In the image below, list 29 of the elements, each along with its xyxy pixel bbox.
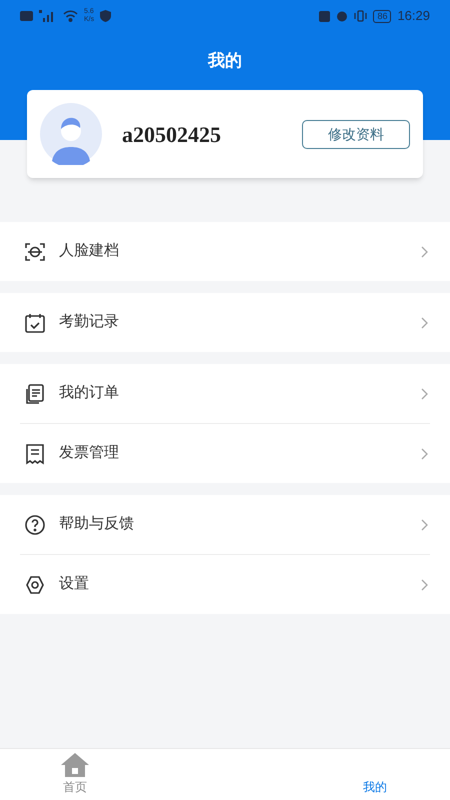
shield-icon (100, 10, 112, 22)
battery-level: 86 (373, 10, 392, 22)
settings-icon (24, 574, 46, 596)
chevron-right-icon (421, 448, 428, 460)
chevron-right-icon (421, 316, 428, 328)
chevron-right-icon (421, 246, 428, 258)
document-icon (24, 382, 46, 404)
menu-item-label[interactable]: 人脸建档 (59, 240, 421, 263)
nav-tab[interactable]: 我的 (345, 749, 405, 800)
home-icon (60, 752, 90, 778)
face-scan-icon (24, 240, 46, 262)
receipt-icon (24, 442, 46, 464)
menu-item-label[interactable]: 我的订单 (59, 382, 421, 405)
vibrate-icon (354, 10, 368, 22)
chevron-right-icon (421, 388, 428, 400)
username: a20502425 (122, 120, 222, 148)
menu-item-label[interactable]: 发票管理 (59, 442, 421, 465)
edit-profile-button[interactable]: 修改资料 (302, 120, 410, 148)
page-title: 我的 (208, 50, 242, 72)
menu-item-label[interactable]: 考勤记录 (59, 311, 421, 334)
wifi-icon (63, 10, 78, 22)
calendar-icon (24, 312, 46, 334)
help-icon (24, 514, 46, 536)
clock: 16:29 (397, 7, 430, 26)
chevron-right-icon (421, 578, 428, 590)
menu-item-label[interactable]: 设置 (59, 573, 421, 596)
avatar-icon (40, 103, 102, 165)
menu-item-label[interactable]: 帮助与反馈 (59, 513, 421, 536)
chevron-right-icon (421, 518, 428, 530)
